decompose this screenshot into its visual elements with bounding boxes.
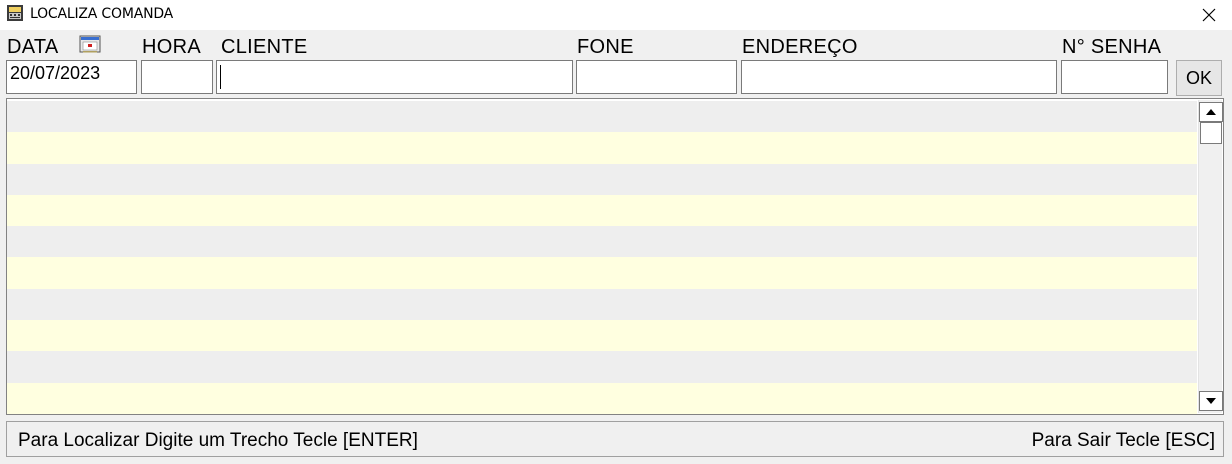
- title-bar: LOCALIZA COMANDA: [0, 0, 1232, 30]
- close-icon: [1202, 8, 1216, 22]
- grid-rows: [7, 101, 1197, 414]
- status-hint-enter: Para Localizar Digite um Trecho Tecle [E…: [18, 430, 418, 451]
- arrow-up-icon: [1206, 109, 1216, 115]
- table-row[interactable]: [7, 163, 1197, 195]
- calendar-icon[interactable]: [79, 34, 101, 54]
- table-row[interactable]: [7, 382, 1197, 414]
- label-senha: N° SENHA: [1062, 36, 1162, 58]
- ok-button[interactable]: OK: [1176, 60, 1222, 96]
- arrow-down-icon: [1206, 398, 1216, 404]
- table-row[interactable]: [7, 194, 1197, 227]
- endereco-input[interactable]: [741, 60, 1057, 94]
- table-row[interactable]: [7, 257, 1197, 289]
- vertical-scrollbar[interactable]: [1198, 100, 1223, 413]
- fone-input[interactable]: [576, 60, 737, 94]
- data-input[interactable]: 20/07/2023: [6, 60, 137, 94]
- label-data: DATA: [7, 36, 59, 58]
- status-bar: Para Localizar Digite um Trecho Tecle [E…: [6, 421, 1224, 457]
- scroll-up-button[interactable]: [1199, 102, 1223, 122]
- label-fone: FONE: [577, 36, 634, 58]
- close-button[interactable]: [1186, 0, 1232, 30]
- cliente-input[interactable]: [216, 60, 573, 94]
- results-grid[interactable]: [6, 98, 1224, 415]
- window-title: LOCALIZA COMANDA: [30, 6, 174, 22]
- table-row[interactable]: [7, 351, 1197, 383]
- hora-input[interactable]: [141, 60, 213, 94]
- table-row[interactable]: [7, 101, 1197, 133]
- label-hora: HORA: [142, 36, 201, 58]
- table-row[interactable]: [7, 132, 1197, 164]
- status-hint-esc: Para Sair Tecle [ESC]: [1031, 430, 1215, 451]
- senha-input[interactable]: [1061, 60, 1168, 94]
- scroll-thumb[interactable]: [1200, 122, 1222, 144]
- label-endereco: ENDEREÇO: [742, 36, 858, 58]
- label-cliente: CLIENTE: [221, 36, 308, 58]
- table-row[interactable]: [7, 226, 1197, 258]
- scroll-down-button[interactable]: [1199, 391, 1223, 411]
- table-row[interactable]: [7, 320, 1197, 352]
- table-row[interactable]: [7, 288, 1197, 321]
- cash-register-icon: [7, 5, 23, 21]
